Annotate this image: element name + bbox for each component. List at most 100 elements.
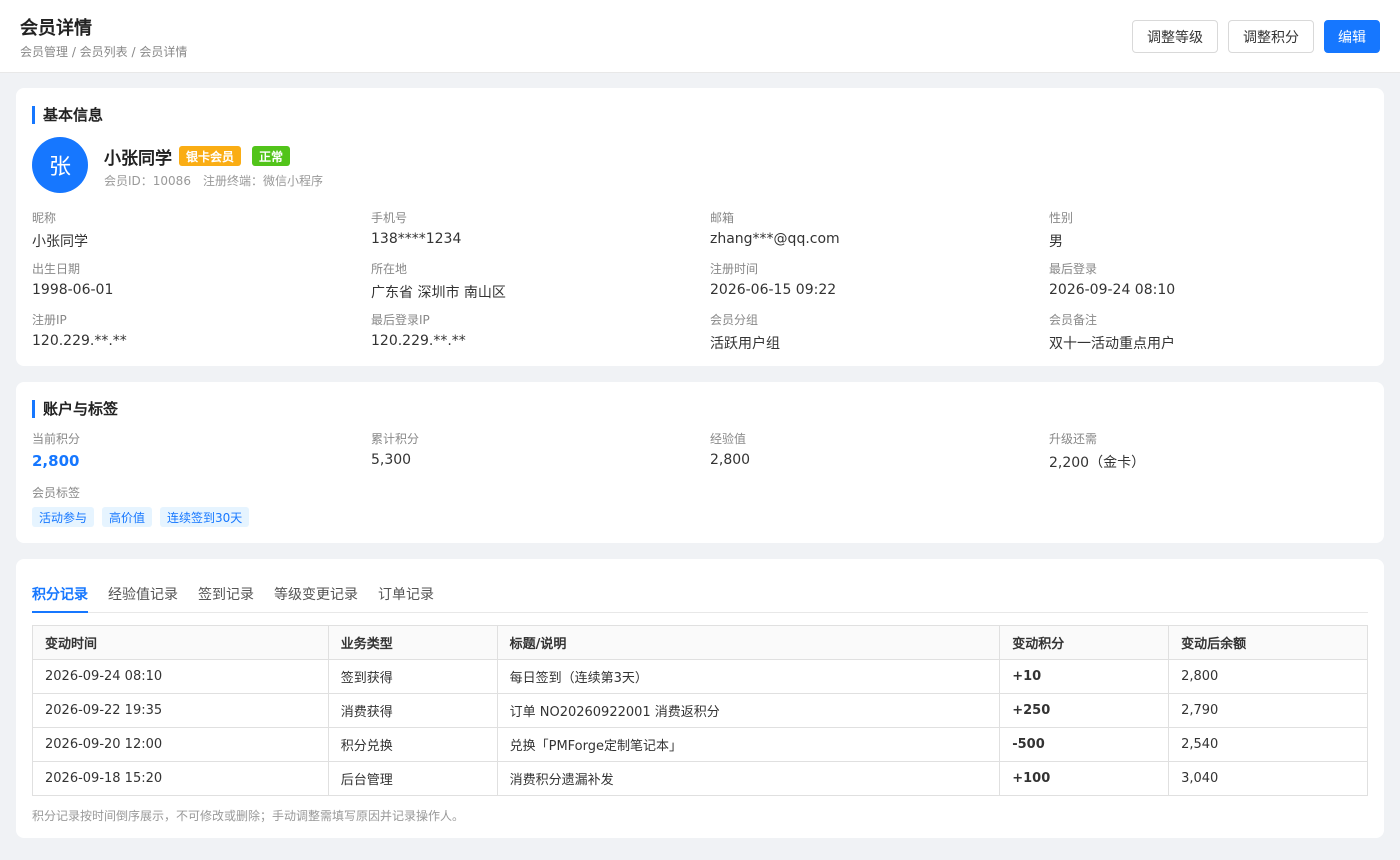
field-label: 经验值 bbox=[710, 432, 747, 446]
column-header: 标题/说明 bbox=[496, 625, 1001, 660]
field-value: 5,300 bbox=[371, 452, 412, 468]
field-label: 注册IP bbox=[32, 313, 67, 327]
field-value: 活跃用户组 bbox=[710, 336, 780, 352]
cell-time: 2026-09-18 15:20 bbox=[32, 761, 329, 796]
cell-balance: 2,540 bbox=[1168, 727, 1368, 762]
field-member-group: 会员分组 活跃用户组 bbox=[710, 311, 1030, 353]
field-location: 所在地广东省 深圳市 南山区 bbox=[371, 260, 691, 302]
cell-change: +100 bbox=[999, 761, 1170, 796]
table-row: 2026-09-24 08:10 签到获得 每日签到（连续第3天） +10 2,… bbox=[32, 659, 1368, 694]
field-label: 最后登录 bbox=[1049, 262, 1098, 276]
page-header: 会员详情 会员管理 / 会员列表 / 会员详情 调整等级 调整积分 编辑 bbox=[0, 0, 1400, 73]
cell-change: -500 bbox=[999, 727, 1170, 762]
member-tag: 活动参与 bbox=[32, 507, 95, 527]
field-current-points: 当前积分 2,800 bbox=[32, 430, 352, 470]
field-label: 手机号 bbox=[371, 211, 408, 225]
table-header-row: 变动时间 业务类型 标题/说明 变动积分 变动后余额 bbox=[32, 625, 1368, 660]
field-value: zhang***@qq.com bbox=[710, 231, 840, 247]
field-label: 升级还需 bbox=[1049, 432, 1098, 446]
account-tags-title: 账户与标签 bbox=[32, 400, 118, 418]
field-experience: 经验值 2,800 bbox=[710, 430, 1030, 468]
cell-change: +10 bbox=[999, 659, 1170, 694]
tab-checkin-records[interactable]: 签到记录 bbox=[198, 584, 254, 613]
member-tag: 高价值 bbox=[102, 507, 153, 527]
tab-order-records[interactable]: 订单记录 bbox=[378, 584, 434, 613]
field-last-login-ip: 最后登录IP 120.229.**.** bbox=[371, 311, 691, 349]
cell-title: 订单 NO20260922001 消费返积分 bbox=[496, 693, 1001, 728]
cell-change: +250 bbox=[999, 693, 1170, 728]
member-tag: 连续签到30天 bbox=[160, 507, 250, 527]
register-terminal: 注册终端：微信小程序 bbox=[202, 174, 323, 188]
column-header: 变动时间 bbox=[32, 625, 329, 660]
table-row: 2026-09-18 15:20 后台管理 消费积分遗漏补发 +100 3,04… bbox=[32, 761, 1368, 796]
adjust-level-button[interactable]: 调整等级 bbox=[1132, 20, 1218, 53]
field-label: 注册时间 bbox=[710, 262, 759, 276]
field-value: 2026-06-15 09:22 bbox=[710, 282, 837, 298]
records-footnote: 积分记录按时间倒序展示，不可修改或删除；手动调整需填写原因并记录操作人。 bbox=[32, 809, 465, 823]
cell-type: 后台管理 bbox=[327, 761, 498, 796]
field-value: 双十一活动重点用户 bbox=[1049, 336, 1175, 352]
edit-button[interactable]: 编辑 bbox=[1324, 20, 1380, 53]
column-header: 变动后余额 bbox=[1168, 625, 1368, 660]
breadcrumb: 会员管理 / 会员列表 / 会员详情 bbox=[20, 45, 188, 59]
field-upgrade-needed: 升级还需 2,200（金卡） bbox=[1049, 430, 1369, 472]
adjust-points-button[interactable]: 调整积分 bbox=[1228, 20, 1314, 53]
table-row: 2026-09-22 19:35 消费获得 订单 NO20260922001 消… bbox=[32, 693, 1368, 728]
field-total-points: 累计积分 5,300 bbox=[371, 430, 691, 468]
cell-balance: 2,800 bbox=[1168, 659, 1368, 694]
records-card: 积分记录 经验值记录 签到记录 等级变更记录 订单记录 变动时间 业务类型 标题… bbox=[16, 559, 1384, 838]
field-label: 会员备注 bbox=[1049, 313, 1098, 327]
field-value: 138****1234 bbox=[371, 231, 462, 247]
field-value: 1998-06-01 bbox=[32, 282, 114, 298]
field-label: 最后登录IP bbox=[371, 313, 430, 327]
tag-list: 活动参与 高价值 连续签到30天 bbox=[32, 507, 250, 527]
field-label: 出生日期 bbox=[32, 262, 81, 276]
field-phone: 手机号 138****1234 bbox=[371, 209, 691, 247]
field-label: 昵称 bbox=[32, 211, 57, 225]
field-label: 性别 bbox=[1049, 211, 1074, 225]
field-value: 男 bbox=[1049, 234, 1063, 250]
cell-balance: 3,040 bbox=[1168, 761, 1368, 796]
cell-title: 每日签到（连续第3天） bbox=[496, 659, 1001, 694]
tab-experience-records[interactable]: 经验值记录 bbox=[108, 584, 178, 613]
basic-info-card: 基本信息 张 小张同学 银卡会员 正常 会员ID：10086 注册终端：微信小程序… bbox=[16, 88, 1384, 366]
member-meta: 会员ID：10086 注册终端：微信小程序 bbox=[104, 172, 335, 189]
cell-time: 2026-09-20 12:00 bbox=[32, 727, 329, 762]
cell-type: 签到获得 bbox=[327, 659, 498, 694]
table-row: 2026-09-20 12:00 积分兑换 兑换「PMForge定制笔记本」 -… bbox=[32, 727, 1368, 762]
avatar: 张 bbox=[32, 137, 88, 193]
field-value: 2,800 bbox=[32, 452, 80, 470]
field-value: 广东省 深圳市 南山区 bbox=[371, 285, 506, 301]
points-records-table: 变动时间 业务类型 标题/说明 变动积分 变动后余额 2026-09-24 08… bbox=[32, 625, 1368, 796]
cell-time: 2026-09-22 19:35 bbox=[32, 693, 329, 728]
field-label: 累计积分 bbox=[371, 432, 420, 446]
tags-label: 会员标签 bbox=[32, 486, 81, 500]
records-tabs: 积分记录 经验值记录 签到记录 等级变更记录 订单记录 bbox=[32, 581, 1368, 613]
field-email: 邮箱 zhang***@qq.com bbox=[710, 209, 1030, 247]
field-value: 120.229.**.** bbox=[371, 333, 466, 349]
cell-type: 消费获得 bbox=[327, 693, 498, 728]
column-header: 变动积分 bbox=[999, 625, 1170, 660]
field-register-ip: 注册IP 120.229.**.** bbox=[32, 311, 352, 349]
account-tags-card: 账户与标签 当前积分 2,800 累计积分 5,300 经验值 2,800 升级还需 2… bbox=[16, 382, 1384, 543]
field-label: 当前积分 bbox=[32, 432, 81, 446]
tab-points-records[interactable]: 积分记录 bbox=[32, 584, 88, 613]
basic-info-title: 基本信息 bbox=[32, 106, 103, 124]
field-value: 120.229.**.** bbox=[32, 333, 127, 349]
page-title: 会员详情 bbox=[20, 18, 92, 39]
cell-time: 2026-09-24 08:10 bbox=[32, 659, 329, 694]
cell-type: 积分兑换 bbox=[327, 727, 498, 762]
status-badge: 正常 bbox=[252, 146, 291, 166]
field-nickname: 昵称 小张同学 bbox=[32, 209, 352, 251]
field-birthday: 出生日期 1998-06-01 bbox=[32, 260, 352, 298]
member-id: 会员ID：10086 bbox=[104, 174, 191, 188]
cell-title: 兑换「PMForge定制笔记本」 bbox=[496, 727, 1001, 762]
field-label: 所在地 bbox=[371, 262, 408, 276]
field-label: 会员分组 bbox=[710, 313, 759, 327]
field-member-remark: 会员备注双十一活动重点用户 bbox=[1049, 311, 1369, 353]
field-register-time: 注册时间 2026-06-15 09:22 bbox=[710, 260, 1030, 298]
tab-level-change-records[interactable]: 等级变更记录 bbox=[274, 584, 358, 613]
field-value: 2,800 bbox=[710, 452, 751, 468]
field-gender: 性别男 bbox=[1049, 209, 1369, 251]
column-header: 业务类型 bbox=[327, 625, 498, 660]
